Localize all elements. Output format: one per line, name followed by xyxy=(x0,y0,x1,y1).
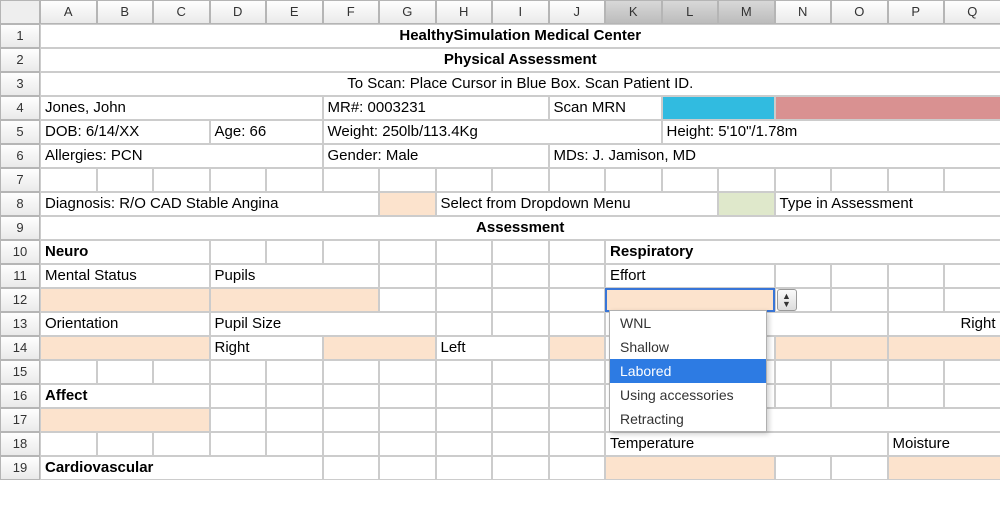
col-header-O[interactable]: O xyxy=(831,0,888,24)
title-line-1: HealthySimulation Medical Center xyxy=(40,24,1000,48)
assessment-header: Assessment xyxy=(40,216,1000,240)
col-header-A[interactable]: A xyxy=(40,0,97,24)
row-header-6[interactable]: 6 xyxy=(0,144,40,168)
legend-green-swatch xyxy=(718,192,775,216)
height: Height: 5'10"/1.78m xyxy=(662,120,1000,144)
col-header-Q[interactable]: Q xyxy=(944,0,1000,24)
row-header-17[interactable]: 17 xyxy=(0,408,40,432)
col-header-F[interactable]: F xyxy=(323,0,380,24)
pupil-left-input[interactable] xyxy=(549,336,606,360)
patient-name: Jones, John xyxy=(40,96,323,120)
legend-type-text: Type in Assessment xyxy=(775,192,1000,216)
row-header-5[interactable]: 5 xyxy=(0,120,40,144)
pupil-size-label: Pupil Size xyxy=(210,312,436,336)
diagnosis: Diagnosis: R/O CAD Stable Angina xyxy=(40,192,379,216)
respiratory-header: Respiratory xyxy=(605,240,1000,264)
row-header-10[interactable]: 10 xyxy=(0,240,40,264)
col-header-H[interactable]: H xyxy=(436,0,493,24)
scan-status-box xyxy=(775,96,1000,120)
dob: DOB: 6/14/XX xyxy=(40,120,210,144)
row-header-7[interactable]: 7 xyxy=(0,168,40,192)
col-header-J[interactable]: J xyxy=(549,0,606,24)
row-header-19[interactable]: 19 xyxy=(0,456,40,480)
effort-dropdown-menu: WNLShallowLaboredUsing accessoriesRetrac… xyxy=(609,310,767,432)
affect-input[interactable] xyxy=(40,408,210,432)
dropdown-option[interactable]: Shallow xyxy=(610,335,766,359)
col-header-B[interactable]: B xyxy=(97,0,154,24)
cardiovascular-header: Cardiovascular xyxy=(40,456,323,480)
moisture-label: Moisture xyxy=(888,432,1000,456)
row-header-15[interactable]: 15 xyxy=(0,360,40,384)
row-header-13[interactable]: 13 xyxy=(0,312,40,336)
col-header-K[interactable]: K xyxy=(605,0,662,24)
mds: MDs: J. Jamison, MD xyxy=(549,144,1000,168)
mental-status-input[interactable] xyxy=(40,288,210,312)
gender: Gender: Male xyxy=(323,144,549,168)
row-header-16[interactable]: 16 xyxy=(0,384,40,408)
pupils-label: Pupils xyxy=(210,264,380,288)
col-header-M[interactable]: M xyxy=(718,0,775,24)
dropdown-option[interactable]: WNL xyxy=(610,311,766,335)
row-header-12[interactable]: 12 xyxy=(0,288,40,312)
scan-mrn-button[interactable]: Scan MRN xyxy=(549,96,662,120)
row-header-8[interactable]: 8 xyxy=(0,192,40,216)
orientation-label: Orientation xyxy=(40,312,210,336)
moisture-input[interactable] xyxy=(888,456,1000,480)
col-header-N[interactable]: N xyxy=(775,0,832,24)
affect-header: Affect xyxy=(40,384,210,408)
col-header-G[interactable]: G xyxy=(379,0,436,24)
col-header-C[interactable]: C xyxy=(153,0,210,24)
orientation-input[interactable] xyxy=(40,336,210,360)
pupils-input[interactable] xyxy=(210,288,380,312)
legend-dropdown-text: Select from Dropdown Menu xyxy=(436,192,719,216)
row-header-14[interactable]: 14 xyxy=(0,336,40,360)
title-line-2: Physical Assessment xyxy=(40,48,1000,72)
allergies: Allergies: PCN xyxy=(40,144,323,168)
effort-label: Effort xyxy=(605,264,775,288)
dropdown-option[interactable]: Using accessories xyxy=(610,383,766,407)
row-header-2[interactable]: 2 xyxy=(0,48,40,72)
title-line-3: To Scan: Place Cursor in Blue Box. Scan … xyxy=(40,72,1000,96)
pupil-left-label: Left xyxy=(436,336,549,360)
temperature-label: Temperature xyxy=(605,432,888,456)
temperature-input[interactable] xyxy=(605,456,775,480)
col-header-P[interactable]: P xyxy=(888,0,945,24)
pupil-right-input[interactable] xyxy=(323,336,436,360)
right-eye-label: Right xyxy=(888,312,1000,336)
row-header-18[interactable]: 18 xyxy=(0,432,40,456)
row-header-1[interactable]: 1 xyxy=(0,24,40,48)
weight: Weight: 250lb/113.4Kg xyxy=(323,120,662,144)
col-header-D[interactable]: D xyxy=(210,0,267,24)
scan-input-box[interactable] xyxy=(662,96,775,120)
age: Age: 66 xyxy=(210,120,323,144)
row-header-11[interactable]: 11 xyxy=(0,264,40,288)
pupil-right-label: Right xyxy=(210,336,323,360)
col-header-E[interactable]: E xyxy=(266,0,323,24)
mental-status-label: Mental Status xyxy=(40,264,210,288)
row-header-3[interactable]: 3 xyxy=(0,72,40,96)
neuro-header: Neuro xyxy=(40,240,210,264)
mr-number: MR#: 0003231 xyxy=(323,96,549,120)
row-header-9[interactable]: 9 xyxy=(0,216,40,240)
col-header-L[interactable]: L xyxy=(662,0,719,24)
dropdown-option[interactable]: Labored xyxy=(610,359,766,383)
col-header-I[interactable]: I xyxy=(492,0,549,24)
dropdown-option[interactable]: Retracting xyxy=(610,407,766,431)
resp-left-input[interactable] xyxy=(775,336,888,360)
effort-dropdown-button[interactable]: ▲▼ xyxy=(777,289,797,311)
legend-peach-swatch xyxy=(379,192,436,216)
effort-dropdown-cell[interactable] xyxy=(605,288,775,312)
row-header-4[interactable]: 4 xyxy=(0,96,40,120)
resp-right-input[interactable] xyxy=(888,336,1000,360)
